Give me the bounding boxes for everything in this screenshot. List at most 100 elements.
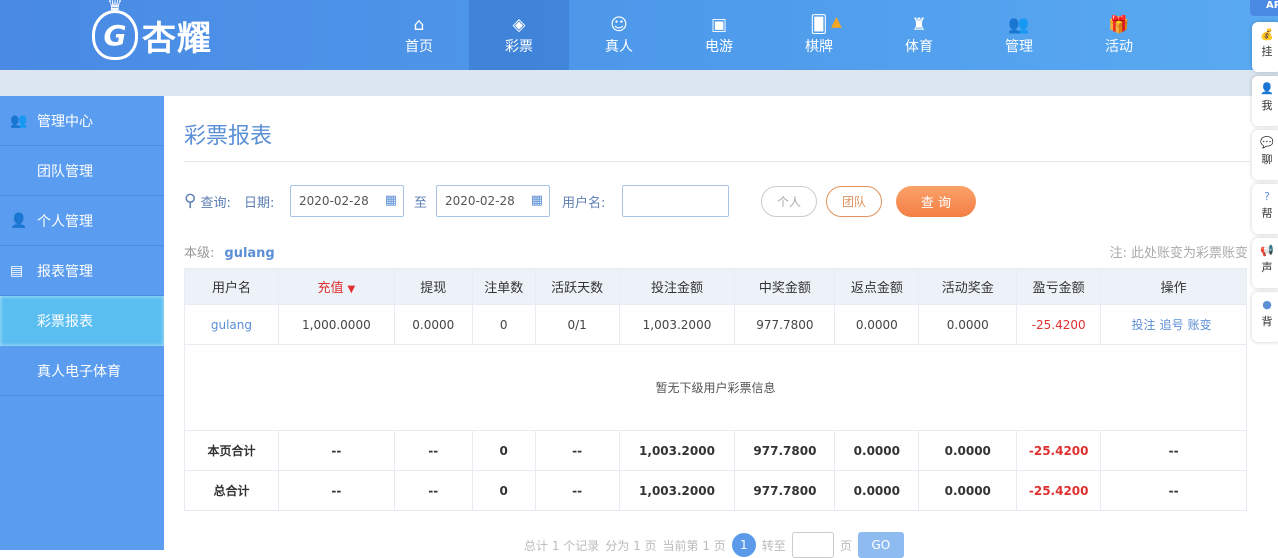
team-button[interactable]: 团队 (826, 186, 882, 217)
float-button-4[interactable]: 📢 声 (1252, 238, 1278, 288)
header-label: 操作 (1160, 281, 1187, 296)
calendar-icon[interactable]: ▦ (385, 193, 397, 208)
column-header: 活跃天数 (534, 268, 620, 305)
goto-label: 转至 (761, 538, 786, 553)
sidebar-item-label: 个人管理 (37, 213, 93, 230)
username-input[interactable] (622, 185, 729, 217)
nav-item-2[interactable]: ☺ 真人 (569, 0, 669, 70)
users-icon: 👥 (10, 112, 28, 129)
page-unit-label: 页 (839, 538, 852, 553)
nav-item-3[interactable]: ▣ 电游 (669, 0, 769, 70)
to-label: 至 (414, 195, 428, 211)
action-link-1[interactable]: 追号 (1160, 318, 1184, 332)
float-button-1[interactable]: 👤 我 (1252, 76, 1278, 126)
subtotal-cell: 0.0000 (918, 430, 1018, 471)
header-label: 充值 (317, 281, 344, 296)
table-cell: 1,000.0000 (277, 304, 395, 345)
column-header[interactable]: 充值 ▼ (277, 268, 395, 305)
home-icon: ⌂ (413, 15, 425, 35)
subtotal-cell: 0 (471, 430, 536, 471)
lottery-ticket-icon: ◈ (512, 15, 526, 35)
header-label: 盈亏金额 (1032, 281, 1085, 296)
nav-item-0[interactable]: ⌂ 首页 (369, 0, 469, 70)
total-cell: 总合计 (184, 470, 279, 511)
table-cell[interactable]: gulang (184, 304, 279, 345)
pagination: 总计 1 个记录 分为 1 页 当前第 1 页 1 转至 页 GO (524, 532, 904, 558)
table-cell: 0.0000 (918, 304, 1018, 345)
sidebar-item-label: 管理中心 (37, 113, 93, 130)
total-cell: 0.0000 (918, 470, 1018, 511)
column-header: 投注金额 (618, 268, 736, 305)
logo[interactable]: G 杏耀 (92, 0, 212, 66)
user-icon: 👤 (1260, 82, 1274, 95)
action-link-0[interactable]: 投注 (1132, 318, 1156, 332)
sidebar-item-label: 真人电子体育 (37, 363, 121, 380)
total-cell: -- (534, 470, 620, 511)
table-row: gulang 1,000.0000 0.0000 0 0/1 1,003.2000 977.… (184, 304, 1247, 345)
date-from-input[interactable]: 2020-02-28 ▦ (290, 185, 404, 217)
nav-item-1[interactable]: ◈ 彩票 (469, 0, 569, 70)
username-label: 用户名: (562, 195, 606, 211)
sidebar-item-label: 团队管理 (37, 163, 93, 180)
sidebar-item-0[interactable]: 👥 管理中心 (0, 96, 164, 146)
search-button[interactable]: 查 询 (896, 186, 976, 217)
search-icon: ⚲ (184, 191, 197, 211)
level-user[interactable]: gulang (224, 246, 274, 261)
header-label: 注单数 (484, 281, 524, 296)
float-button-0[interactable]: 💰 挂 (1252, 22, 1278, 72)
float-button-5[interactable]: ● 背 (1252, 292, 1278, 342)
table-cell: 0 (471, 304, 536, 345)
right-float-panel: API 💰挂👤我💬聊?帮📢声●背 (1250, 0, 1278, 550)
fire-icon: ▲ (831, 14, 842, 30)
document-icon: ▤ (10, 262, 24, 279)
sort-desc-icon[interactable]: ▼ (348, 284, 356, 295)
nav-item-5[interactable]: ♜ 体育 (869, 0, 969, 70)
column-header: 提现 (393, 268, 473, 305)
float-label: 聊 (1261, 153, 1273, 166)
sidebar-item-3[interactable]: ▤ 报表管理 (0, 246, 164, 296)
column-header: 注单数 (471, 268, 536, 305)
subtotal-cell: -- (393, 430, 473, 471)
pager-total: 总计 1 个记录 (524, 538, 600, 553)
date-to-input[interactable]: 2020-02-28 ▦ (436, 185, 550, 217)
sidebar-item-5[interactable]: 真人电子体育 (0, 346, 164, 396)
current-level: 本级: gulang (184, 246, 275, 261)
calendar-icon[interactable]: ▦ (531, 193, 543, 208)
nav-label: 管理 (1005, 39, 1033, 55)
goto-page-input[interactable] (791, 532, 834, 558)
float-label: 帮 (1261, 207, 1273, 220)
header-label: 用户名 (211, 281, 251, 296)
sidebar-item-4[interactable]: 彩票报表 (0, 296, 164, 346)
float-button-2[interactable]: 💬 聊 (1252, 130, 1278, 180)
nav-item-6[interactable]: 👥 管理 (969, 0, 1069, 70)
float-label: 背 (1261, 315, 1273, 328)
empty-message: 暂无下级用户彩票信息 (184, 344, 1247, 431)
nav-item-7[interactable]: 🎁 活动 (1069, 0, 1169, 70)
header-label: 中奖金额 (758, 281, 811, 296)
sidebar-item-2[interactable]: 👤 个人管理 (0, 196, 164, 246)
sidebar: 👥 管理中心团队管理 👤 个人管理 ▤ 报表管理 彩票报表真人电子体育 (0, 96, 164, 550)
action-link-2[interactable]: 账变 (1188, 318, 1212, 332)
personal-button[interactable]: 个人 (761, 186, 817, 217)
table-cell: 1,003.2000 (618, 304, 736, 345)
go-button[interactable]: GO (857, 532, 904, 558)
empty-row: 暂无下级用户彩票信息 (184, 344, 1247, 431)
user-icon: 👤 (10, 212, 28, 229)
subtotal-cell: -- (534, 430, 620, 471)
sidebar-item-1[interactable]: 团队管理 (0, 146, 164, 196)
main-content: 彩票报表 ⚲ 查询: 日期: 2020-02-28 ▦ 至 2020-02-28 ▦ … (164, 96, 1250, 558)
nav-item-4[interactable]: 🂠 棋牌 ▲ (769, 0, 869, 70)
api-tab[interactable]: API (1250, 0, 1278, 16)
nav-label: 棋牌 (805, 39, 833, 55)
page-title: 彩票报表 (184, 124, 273, 149)
total-cell: 0 (471, 470, 536, 511)
chat-icon: 💬 (1260, 136, 1274, 149)
page-1-button[interactable]: 1 (731, 533, 756, 557)
float-button-3[interactable]: ? 帮 (1252, 184, 1278, 234)
pager-current: 当前第 1 页 (662, 538, 726, 553)
header-band (0, 70, 1278, 96)
total-row: 总合计 -- -- 0 -- 1,003.2000 977.7800 0.0000 0.0000… (184, 470, 1247, 511)
nav-label: 彩票 (505, 39, 533, 55)
subtotal-cell: 本页合计 (184, 430, 279, 471)
actions-cell: 投注 追号 账变 (1100, 304, 1247, 345)
